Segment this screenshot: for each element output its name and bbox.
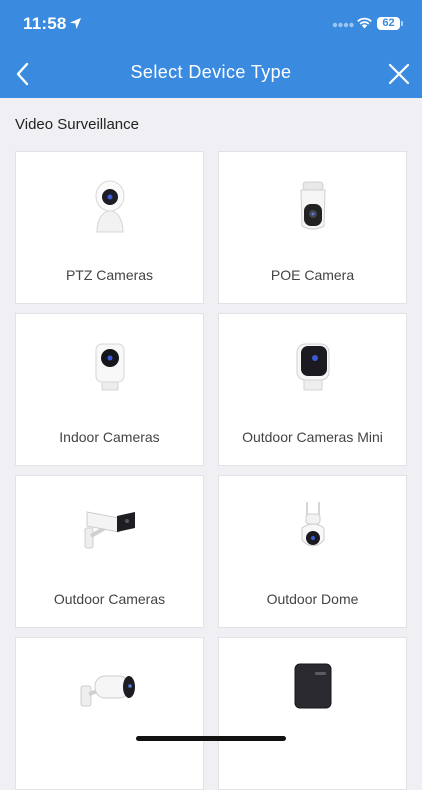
device-card-outdoor-cameras-mini[interactable]: Outdoor Cameras Mini: [218, 313, 407, 466]
header-bar: 11:58 62 Select Device Type: [0, 0, 422, 98]
status-time: 11:58: [23, 14, 67, 33]
device-card-base-station[interactable]: [218, 637, 407, 790]
device-label: Indoor Cameras: [59, 429, 160, 445]
battery-tip: [401, 21, 403, 26]
device-label: Outdoor Cameras: [53, 591, 166, 607]
back-button[interactable]: [10, 60, 36, 88]
home-indicator[interactable]: [136, 736, 286, 741]
close-button[interactable]: [386, 61, 412, 87]
device-label: Outdoor Cameras Mini: [242, 429, 383, 445]
page-title: Select Device Type: [130, 62, 292, 82]
device-card-outdoor-cameras[interactable]: Outdoor Cameras: [15, 475, 204, 628]
outdoor-dome-icon: [301, 502, 324, 547]
device-card-ptz-cameras[interactable]: PTZ Cameras: [15, 151, 204, 304]
location-arrow-icon: [69, 17, 82, 30]
device-card-bullet-camera[interactable]: [15, 637, 204, 790]
outdoor-camera-mini-icon: [296, 343, 329, 391]
device-card-outdoor-dome[interactable]: Outdoor Dome: [218, 475, 407, 628]
bullet-camera-icon: [80, 675, 135, 707]
wifi-icon: [357, 17, 372, 29]
ptz-camera-icon: [95, 180, 124, 233]
indoor-camera-icon: [95, 343, 124, 391]
poe-camera-icon: [299, 181, 326, 230]
device-label: POE Camera: [270, 267, 355, 283]
device-label: Outdoor Dome: [266, 591, 359, 607]
device-card-poe-camera[interactable]: POE Camera: [218, 151, 407, 304]
device-type-grid: PTZ Cameras POE Camera Indoor Cameras Ou…: [15, 151, 407, 790]
outdoor-camera-icon: [84, 511, 135, 549]
device-label: PTZ Cameras: [65, 267, 154, 283]
battery-icon: 62: [377, 17, 400, 30]
base-station-icon: [294, 663, 331, 709]
section-title: Video Surveillance: [15, 116, 139, 133]
device-card-indoor-cameras[interactable]: Indoor Cameras: [15, 313, 204, 466]
signal-icon: [332, 22, 354, 28]
